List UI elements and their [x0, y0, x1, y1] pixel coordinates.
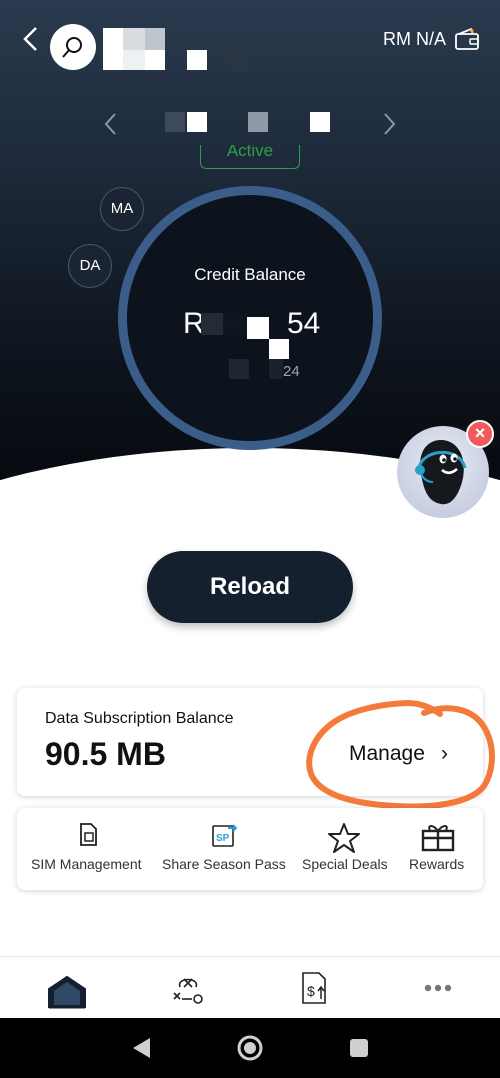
ma-balance-button[interactable]: MA	[100, 187, 144, 231]
more-icon	[424, 984, 452, 992]
data-subscription-title: Data Subscription Balance	[45, 710, 234, 727]
plans-icon	[173, 978, 203, 1004]
nav-more[interactable]	[398, 957, 478, 1019]
star-icon	[328, 823, 360, 853]
share-season-pass-button[interactable]: SP Share Season Pass	[157, 808, 287, 890]
system-back-icon[interactable]	[130, 1036, 152, 1060]
bottom-navigation: $	[0, 956, 500, 1018]
home-icon	[48, 975, 86, 1009]
svg-text:$: $	[307, 983, 315, 999]
search-icon	[62, 37, 82, 58]
wallet-icon	[455, 27, 479, 50]
credit-subtext: 24	[283, 363, 300, 380]
top-balance[interactable]: RM N/A	[383, 24, 480, 54]
sim-card-icon	[80, 823, 97, 846]
svg-text:SP: SP	[216, 833, 230, 844]
system-home-icon[interactable]	[236, 1034, 264, 1062]
status-badge: Active	[200, 145, 300, 169]
credit-balance-label: Credit Balance	[194, 265, 306, 284]
close-icon[interactable]: ×	[466, 420, 494, 448]
chevron-right-icon[interactable]	[380, 110, 398, 144]
chevron-left-icon[interactable]	[102, 110, 120, 144]
nav-plans[interactable]	[148, 957, 228, 1019]
da-balance-button[interactable]: DA	[68, 244, 112, 288]
chevron-right-icon[interactable]: ›	[441, 742, 448, 766]
rewards-button[interactable]: Rewards	[401, 808, 483, 890]
gift-icon	[421, 825, 455, 852]
data-subscription-value: 90.5 MB	[45, 736, 166, 772]
credit-balance-ring: Credit Balance R 54 24	[118, 186, 382, 450]
reload-button[interactable]: Reload	[147, 551, 353, 623]
qa-label-sim: SIM Management	[31, 856, 142, 872]
qa-label-share: Share Season Pass	[162, 856, 286, 872]
nav-billing[interactable]: $	[275, 957, 355, 1019]
qa-label-deals: Special Deals	[302, 856, 388, 872]
system-navigation-bar	[0, 1018, 500, 1078]
share-pass-icon: SP	[212, 824, 238, 847]
status-label: Active	[226, 145, 274, 160]
credit-amount-suffix: 54	[287, 307, 321, 340]
system-recents-icon[interactable]	[348, 1037, 370, 1059]
top-balance-label: RM N/A	[383, 28, 446, 49]
sim-management-button[interactable]: SIM Management	[17, 808, 157, 890]
special-deals-button[interactable]: Special Deals	[287, 808, 401, 890]
back-arrow-icon[interactable]	[20, 24, 46, 54]
data-subscription-card: Data Subscription Balance 90.5 MB Manage…	[17, 688, 483, 796]
search-button[interactable]	[50, 24, 96, 70]
manage-link[interactable]: Manage	[349, 742, 425, 766]
bill-icon: $	[302, 972, 326, 1004]
quick-actions-card: SIM Management SP Share Season Pass Spec…	[17, 808, 483, 890]
nav-home[interactable]	[28, 957, 108, 1019]
qa-label-rewards: Rewards	[409, 856, 465, 872]
